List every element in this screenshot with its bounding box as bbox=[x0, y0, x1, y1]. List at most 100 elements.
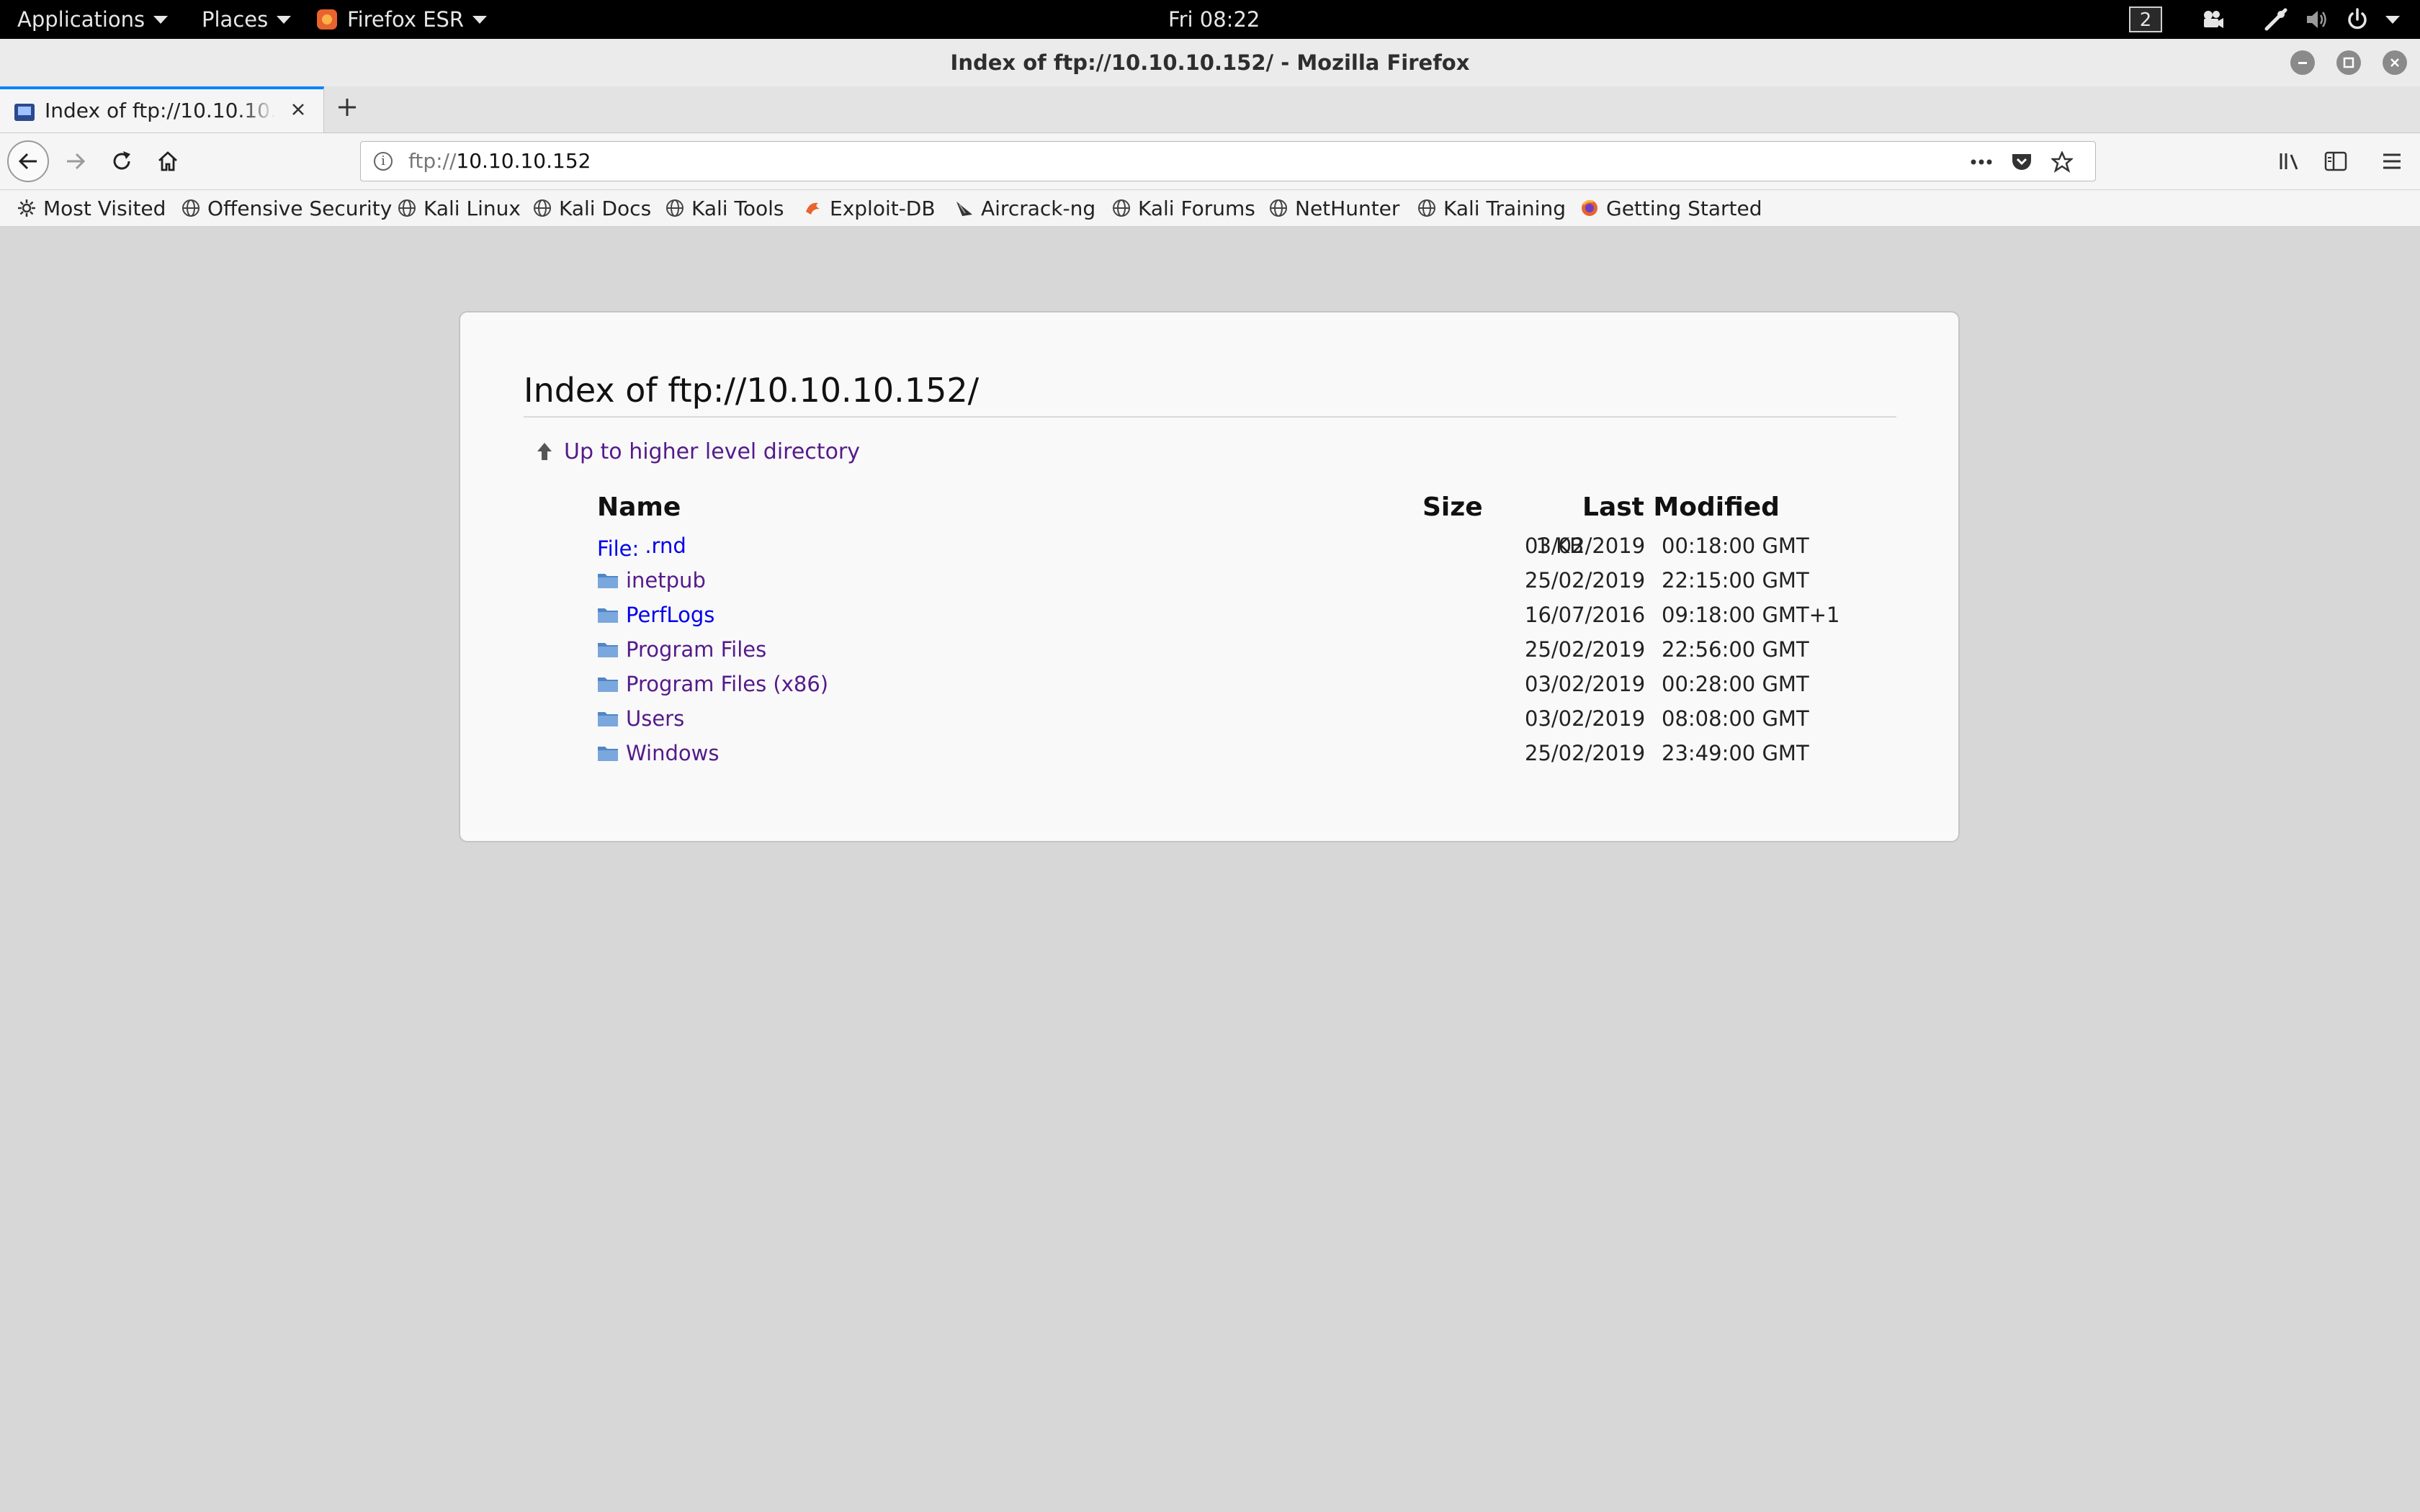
entry-date: 16/07/2016 bbox=[1525, 603, 1646, 627]
sidebar-toggle-button[interactable] bbox=[2316, 142, 2355, 181]
entry-name: Program Files bbox=[626, 637, 767, 662]
bookmark-label: Offensive Security bbox=[207, 196, 393, 220]
network-icon[interactable] bbox=[2264, 7, 2288, 32]
home-icon bbox=[158, 151, 177, 171]
new-tab-button[interactable] bbox=[331, 92, 363, 124]
url-host: 10.10.10.152 bbox=[456, 149, 591, 173]
address-bar[interactable]: i ftp://10.10.10.152 bbox=[360, 141, 2096, 181]
firefox-app-menu[interactable]: Firefox ESR bbox=[317, 0, 488, 39]
page-actions-button[interactable] bbox=[1968, 149, 1994, 175]
firefox-app-label: Firefox ESR bbox=[347, 7, 465, 32]
library-button[interactable] bbox=[2270, 142, 2309, 181]
pocket-icon bbox=[2012, 154, 2031, 170]
bookmark-kali-tools[interactable]: Kali Tools bbox=[666, 190, 784, 226]
firefox-icon bbox=[317, 9, 337, 30]
table-row: inetpub 25/02/2019 22:15:00 GMT bbox=[460, 563, 1961, 598]
bookmark-nethunter[interactable]: NetHunter bbox=[1269, 190, 1399, 226]
workspace-indicator[interactable]: 2 bbox=[2129, 6, 2162, 32]
maximize-button[interactable] bbox=[2336, 50, 2361, 75]
caret-down-icon bbox=[153, 15, 169, 24]
bookmark-star-button[interactable] bbox=[2049, 149, 2075, 175]
reload-button[interactable] bbox=[102, 142, 141, 181]
main-menu-button[interactable] bbox=[2372, 142, 2411, 181]
table-row: Program Files (x86) 03/02/2019 00:28:00 … bbox=[460, 667, 1961, 701]
volume-icon[interactable] bbox=[2305, 7, 2329, 32]
globe-icon bbox=[534, 199, 551, 217]
site-info-icon[interactable]: i bbox=[374, 152, 393, 171]
entry-name: Program Files (x86) bbox=[626, 672, 829, 696]
folder-icon bbox=[598, 574, 618, 588]
entry-time: 00:28:00 GMT bbox=[1662, 672, 1809, 696]
caret-down-icon bbox=[277, 15, 292, 24]
folder-link[interactable]: inetpub bbox=[597, 563, 706, 598]
directory-listing-card: Index of ftp://10.10.10.152/ Up to highe… bbox=[459, 311, 1960, 842]
tab-ftp-index[interactable]: Index of ftp://10.10.10.152/ bbox=[0, 86, 324, 132]
folder-icon bbox=[598, 747, 618, 761]
entry-time: 23:49:00 GMT bbox=[1662, 741, 1809, 765]
entry-time: 00:18:00 GMT bbox=[1662, 534, 1809, 558]
entry-date: 25/02/2019 bbox=[1525, 568, 1646, 593]
reload-icon bbox=[113, 151, 130, 170]
exploitdb-icon bbox=[806, 202, 820, 215]
minimize-button[interactable] bbox=[2290, 50, 2315, 75]
folder-link[interactable]: Program Files (x86) bbox=[597, 667, 828, 701]
clock[interactable]: Fri 08:22 bbox=[1168, 0, 1260, 39]
home-button[interactable] bbox=[148, 142, 187, 181]
globe-icon bbox=[1113, 199, 1130, 217]
page-title: Index of ftp://10.10.10.152/ bbox=[524, 369, 1896, 418]
window-titlebar[interactable]: Index of ftp://10.10.10.152/ - Mozilla F… bbox=[0, 39, 2420, 87]
clock-label: Fri 08:22 bbox=[1168, 7, 1260, 32]
pocket-button[interactable] bbox=[2009, 149, 2035, 175]
entry-date: 03/02/2019 bbox=[1525, 706, 1646, 731]
bookmark-kali-linux[interactable]: Kali Linux bbox=[398, 190, 521, 226]
table-row: Users 03/02/2019 08:08:00 GMT bbox=[460, 701, 1961, 736]
entry-time: 22:15:00 GMT bbox=[1662, 568, 1809, 593]
folder-link[interactable]: Windows bbox=[597, 736, 719, 770]
minimize-icon bbox=[2298, 62, 2307, 64]
bookmark-kali-docs[interactable]: Kali Docs bbox=[533, 190, 651, 226]
bookmark-aircrack-ng[interactable]: Aircrack-ng bbox=[955, 190, 1095, 226]
caret-down-icon[interactable] bbox=[2385, 16, 2400, 24]
column-header-name: Name bbox=[597, 492, 681, 522]
bookmark-getting-started[interactable]: Getting Started bbox=[1580, 190, 1762, 226]
bookmark-offensive-security[interactable]: Offensive Security bbox=[182, 190, 392, 226]
folder-link[interactable]: PerfLogs bbox=[597, 598, 714, 632]
bookmark-kali-forums[interactable]: Kali Forums bbox=[1112, 190, 1255, 226]
close-window-button[interactable] bbox=[2383, 50, 2407, 75]
star-icon bbox=[2051, 151, 2073, 173]
maximize-icon bbox=[2343, 57, 2354, 68]
bookmark-label: Kali Docs bbox=[559, 196, 652, 220]
power-icon[interactable] bbox=[2345, 7, 2370, 32]
forward-button[interactable] bbox=[56, 142, 95, 181]
url-scheme: ftp:// bbox=[408, 149, 457, 173]
video-camera-icon[interactable] bbox=[2200, 7, 2225, 32]
entry-date: 25/02/2019 bbox=[1525, 637, 1646, 662]
applications-label: Applications bbox=[17, 7, 145, 32]
applications-menu[interactable]: Applications bbox=[17, 0, 169, 39]
tab-close-button[interactable] bbox=[287, 99, 310, 122]
entry-name: Users bbox=[626, 706, 685, 731]
folder-icon bbox=[598, 712, 618, 726]
gnome-top-bar: Applications Places Firefox ESR Fri 08:2… bbox=[0, 0, 2420, 39]
bookmark-label: Kali Linux bbox=[424, 196, 521, 220]
back-button[interactable] bbox=[7, 140, 49, 182]
bookmark-most-visited[interactable]: Most Visited bbox=[17, 190, 166, 226]
arrow-up-icon bbox=[537, 443, 552, 460]
entry-name: .rnd bbox=[645, 534, 686, 558]
entry-time: 22:56:00 GMT bbox=[1662, 637, 1809, 662]
bookmark-label: Getting Started bbox=[1606, 196, 1762, 220]
globe-icon bbox=[182, 199, 200, 217]
url-text[interactable]: ftp://10.10.10.152 bbox=[408, 142, 591, 181]
folder-link[interactable]: Program Files bbox=[597, 632, 766, 667]
up-directory-link[interactable]: Up to higher level directory bbox=[537, 435, 860, 468]
folder-link[interactable]: Users bbox=[597, 701, 684, 736]
bookmark-label: Kali Tools bbox=[691, 196, 784, 220]
close-icon bbox=[292, 104, 304, 115]
arrow-right-icon bbox=[67, 153, 86, 170]
bookmark-exploit-db[interactable]: Exploit-DB bbox=[804, 190, 936, 226]
file-link[interactable]: File: .rnd bbox=[597, 528, 686, 563]
caret-down-icon bbox=[472, 15, 488, 24]
places-menu[interactable]: Places bbox=[202, 0, 292, 39]
bookmark-kali-training[interactable]: Kali Training bbox=[1417, 190, 1566, 226]
globe-icon bbox=[398, 199, 416, 217]
